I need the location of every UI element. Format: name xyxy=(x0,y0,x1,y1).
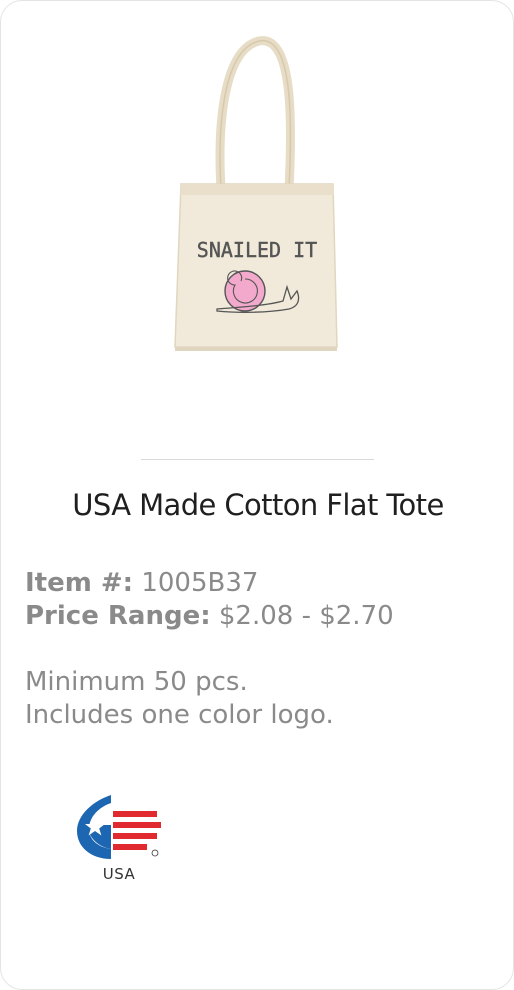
price-range-label: Price Range: xyxy=(25,601,211,631)
item-number-row: Item #: 1005B37 xyxy=(25,567,495,600)
usa-made-icon xyxy=(77,795,161,859)
tote-bag-image[interactable]: SNAILED IT xyxy=(141,29,381,369)
product-title[interactable]: USA Made Cotton Flat Tote xyxy=(1,488,513,522)
bag-print-text: SNAILED IT xyxy=(197,238,317,262)
price-range-row: Price Range: $2.08 - $2.70 xyxy=(25,600,495,633)
minimum-quantity-text: Minimum 50 pcs. xyxy=(25,667,248,697)
divider xyxy=(141,459,374,460)
product-card[interactable]: SNAILED IT USA Made Cotton Flat Tote Ite… xyxy=(0,0,514,990)
usa-made-badge: USA xyxy=(71,791,167,891)
item-number-value: 1005B37 xyxy=(141,568,259,598)
usa-label: USA xyxy=(102,865,136,883)
price-range-value: $2.08 - $2.70 xyxy=(218,601,394,631)
item-number-label: Item #: xyxy=(25,568,134,598)
product-details: Item #: 1005B37 Price Range: $2.08 - $2.… xyxy=(25,567,495,732)
logo-included-text: Includes one color logo. xyxy=(25,700,334,730)
